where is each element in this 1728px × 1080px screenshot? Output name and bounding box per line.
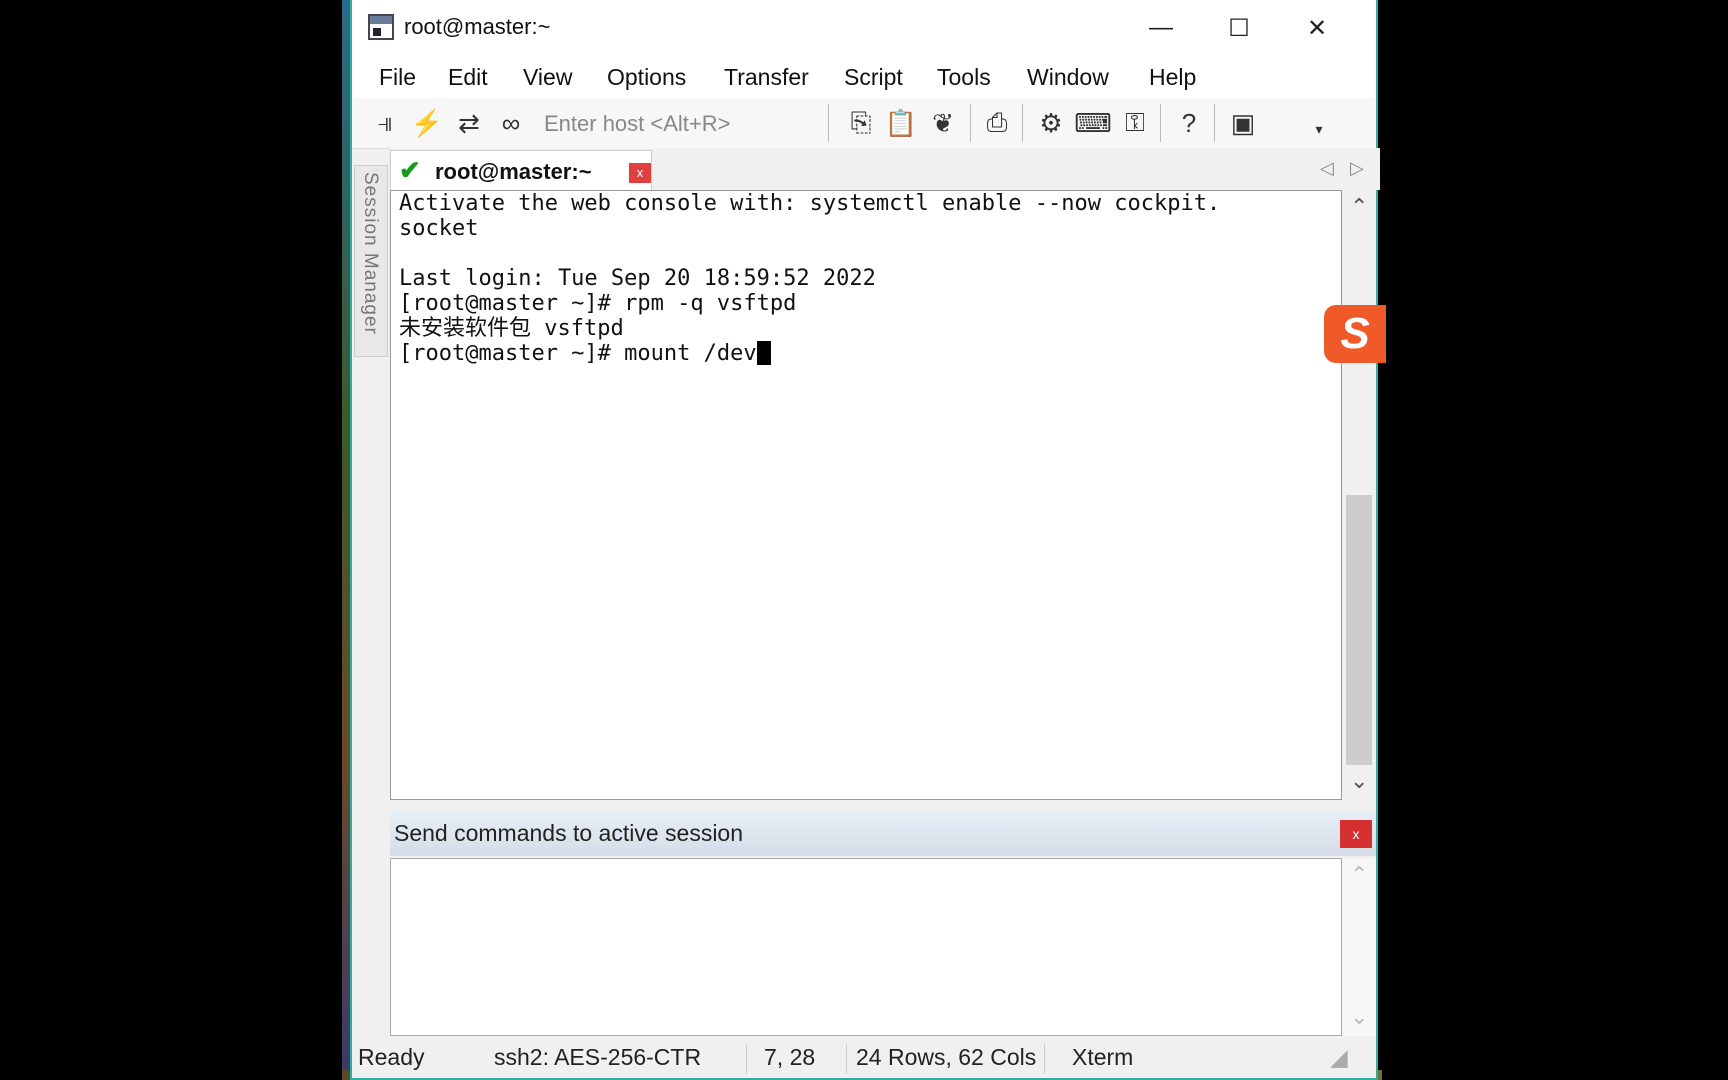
app-icon bbox=[368, 14, 394, 40]
terminal-cursor bbox=[756, 341, 771, 365]
tab-prev-icon[interactable]: ◁ bbox=[1320, 158, 1334, 179]
terminal-line: [root@master ~]# mount /dev bbox=[399, 341, 757, 366]
disconnect-icon[interactable]: ∞ bbox=[494, 106, 528, 140]
terminal-line: [root@master ~]# rpm -q vsftpd bbox=[399, 291, 797, 316]
toolbar-separator bbox=[970, 104, 971, 142]
securecrt-window: root@master:~ — ☐ ✕ File Edit View Optio… bbox=[350, 0, 1386, 1080]
scroll-up-icon[interactable]: ⌃ bbox=[1350, 194, 1368, 220]
menu-options[interactable]: Options bbox=[607, 64, 686, 91]
toolbar-separator bbox=[828, 104, 829, 142]
connect-icon[interactable]: ⫣ bbox=[368, 106, 402, 140]
menu-tools[interactable]: Tools bbox=[937, 64, 991, 91]
key-icon[interactable]: ⚿ bbox=[1118, 106, 1152, 140]
scroll-up-icon[interactable]: ⌃ bbox=[1350, 862, 1368, 888]
tab-close-icon[interactable]: x bbox=[629, 163, 651, 183]
status-cursor-position: 7, 28 bbox=[764, 1044, 816, 1070]
toolbar-overflow-icon[interactable]: ▾ bbox=[1302, 112, 1336, 146]
command-window-scrollbar[interactable]: ⌃ ⌄ bbox=[1342, 858, 1376, 1036]
keymap-icon[interactable]: ⌨ bbox=[1074, 106, 1112, 140]
menu-window[interactable]: Window bbox=[1027, 64, 1109, 91]
terminal-line: socket bbox=[399, 216, 479, 241]
tab-label: root@master:~ bbox=[435, 159, 592, 184]
find-icon[interactable]: ❦ bbox=[926, 106, 960, 140]
copy-icon[interactable]: ⎘ bbox=[844, 106, 878, 140]
toolbar-separator bbox=[1214, 104, 1215, 142]
command-window-header: Send commands to active session x bbox=[390, 812, 1376, 856]
background-strip-left bbox=[342, 0, 350, 1080]
status-bar: Ready ssh2: AES-256-CTR 7, 28 24 Rows, 6… bbox=[352, 1040, 1376, 1078]
host-input[interactable] bbox=[542, 106, 816, 142]
menu-transfer[interactable]: Transfer bbox=[724, 64, 809, 91]
toolbar: ⫣ ⚡ ⇄ ∞ ⎘ 📋 ❦ ⎙ ⚙ ⌨ ⚿ ? ▣ ▾ bbox=[352, 98, 1376, 149]
minimize-button[interactable]: — bbox=[1122, 0, 1200, 56]
settings-gear-icon[interactable]: ⚙ bbox=[1034, 106, 1068, 140]
close-button[interactable]: ✕ bbox=[1278, 0, 1356, 56]
menu-file[interactable]: File bbox=[379, 64, 416, 91]
status-cipher: ssh2: AES-256-CTR bbox=[494, 1044, 702, 1070]
session-manager-tab[interactable]: Session Manager bbox=[354, 165, 388, 357]
scroll-thumb[interactable] bbox=[1346, 495, 1372, 765]
command-window-close-icon[interactable]: x bbox=[1340, 820, 1372, 848]
terminal-line: Last login: Tue Sep 20 18:59:52 2022 bbox=[399, 266, 876, 291]
reconnect-icon[interactable]: ⇄ bbox=[452, 106, 486, 140]
maximize-button[interactable]: ☐ bbox=[1200, 0, 1278, 56]
command-window-title: Send commands to active session bbox=[394, 820, 744, 846]
terminal-line: Activate the web console with: systemctl… bbox=[399, 191, 1221, 216]
tab-next-icon[interactable]: ▷ bbox=[1350, 158, 1364, 179]
status-ready: Ready bbox=[358, 1044, 425, 1070]
scroll-down-icon[interactable]: ⌄ bbox=[1350, 768, 1368, 794]
session-manager-label: Session Manager bbox=[360, 172, 381, 335]
status-separator bbox=[1044, 1044, 1045, 1074]
menu-script[interactable]: Script bbox=[844, 64, 903, 91]
menu-bar: File Edit View Options Transfer Script T… bbox=[352, 56, 1376, 98]
paste-icon[interactable]: 📋 bbox=[884, 106, 918, 140]
tab-session[interactable]: ✔ root@master:~ x bbox=[390, 150, 652, 191]
status-terminal-size: 24 Rows, 62 Cols bbox=[856, 1044, 1037, 1070]
command-window-input[interactable] bbox=[390, 858, 1342, 1036]
quick-connect-icon[interactable]: ⚡ bbox=[410, 106, 444, 140]
terminal-prompt-line: [root@master ~]# mount /dev bbox=[399, 341, 771, 366]
menu-edit[interactable]: Edit bbox=[448, 64, 488, 91]
title-bar: root@master:~ — ☐ ✕ bbox=[352, 0, 1376, 56]
toolbar-separator bbox=[1022, 104, 1023, 142]
terminal[interactable]: Activate the web console with: systemctl… bbox=[390, 190, 1342, 800]
menu-view[interactable]: View bbox=[523, 64, 572, 91]
status-terminal-type: Xterm bbox=[1072, 1044, 1134, 1070]
scroll-down-icon[interactable]: ⌄ bbox=[1350, 1004, 1368, 1030]
status-separator bbox=[746, 1044, 747, 1074]
status-separator bbox=[846, 1044, 847, 1074]
sftp-icon[interactable]: ▣ bbox=[1226, 106, 1260, 140]
window-title: root@master:~ bbox=[404, 14, 551, 39]
help-icon[interactable]: ? bbox=[1172, 106, 1206, 140]
terminal-scrollbar[interactable]: ⌃ ⌄ bbox=[1342, 190, 1376, 800]
resize-grip-icon[interactable]: ◢ bbox=[1330, 1044, 1348, 1071]
print-icon[interactable]: ⎙ bbox=[980, 106, 1014, 140]
toolbar-separator bbox=[1160, 104, 1161, 142]
menu-help[interactable]: Help bbox=[1149, 64, 1196, 91]
sogou-ime-icon[interactable]: S bbox=[1324, 305, 1386, 363]
connected-check-icon: ✔ bbox=[399, 155, 421, 185]
terminal-line: 未安装软件包 vsftpd bbox=[399, 316, 624, 341]
tab-bar: ✔ root@master:~ x ◁ ▷ bbox=[390, 148, 1380, 191]
